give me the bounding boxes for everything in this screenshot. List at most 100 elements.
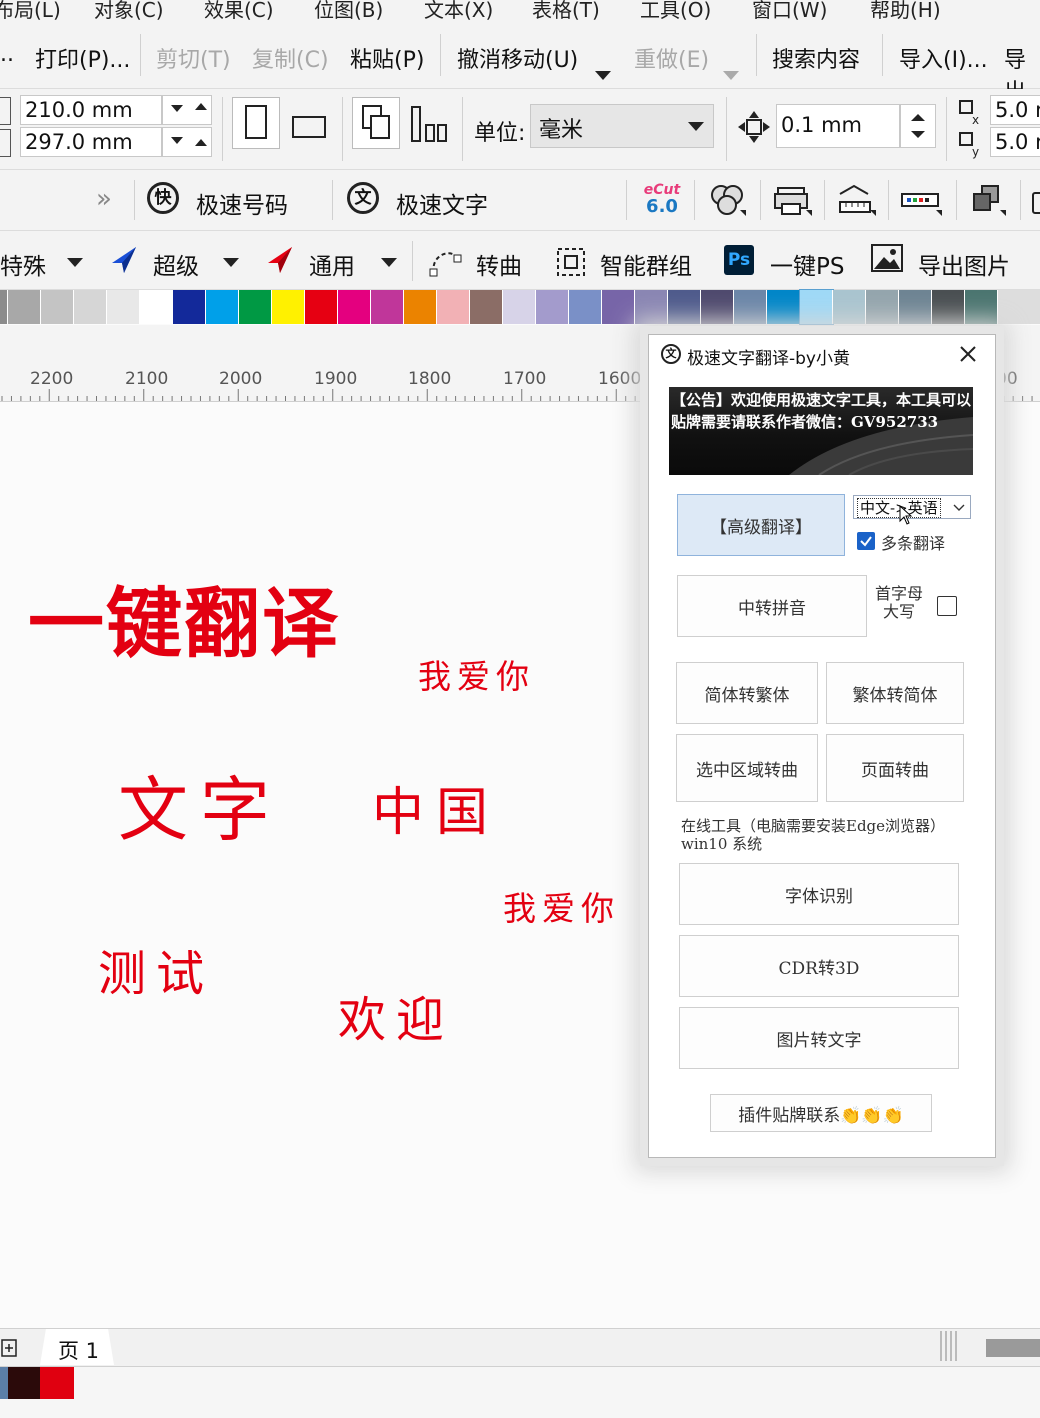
to-curve-button[interactable]: 转曲 xyxy=(476,247,522,281)
measure-tool-icon[interactable] xyxy=(834,180,878,220)
redo-dropdown-icon[interactable] xyxy=(722,70,740,82)
palette-swatch[interactable] xyxy=(965,290,998,324)
palette-swatch[interactable] xyxy=(734,290,767,324)
chevron-down-icon[interactable] xyxy=(380,257,398,269)
chevron-down-icon[interactable] xyxy=(66,257,84,269)
palette-swatch[interactable] xyxy=(338,290,371,324)
one-key-ps-button[interactable]: 一键PS xyxy=(770,247,844,281)
capitalize-checkbox[interactable] xyxy=(937,596,957,616)
cdr-to-3d-button[interactable]: CDR转3D xyxy=(679,935,959,997)
search-content-button[interactable]: 搜索内容 xyxy=(772,42,860,74)
canvas-headline[interactable]: 一键翻译 xyxy=(28,562,340,672)
menu-object[interactable]: 对象(C) xyxy=(94,0,164,22)
page-height-input[interactable]: 297.0 mm xyxy=(20,127,162,157)
palette-swatch[interactable] xyxy=(536,290,569,324)
menu-bitmaps[interactable]: 位图(B) xyxy=(314,0,383,22)
super-button[interactable]: 超级 xyxy=(153,247,199,281)
print-button[interactable]: 打印(P)... xyxy=(35,42,130,74)
duplicate-x-input[interactable]: 5.0 r xyxy=(990,95,1040,125)
chinese-to-pinyin-button[interactable]: 中转拼音 xyxy=(677,575,867,637)
multi-translate-checkbox[interactable] xyxy=(857,532,875,550)
canvas-text[interactable]: 测试 xyxy=(98,934,214,1004)
selection-to-curve-button[interactable]: 选中区域转曲 xyxy=(676,734,818,802)
palette-swatch[interactable] xyxy=(866,290,899,324)
ecut-button[interactable]: eCut 6.0 xyxy=(642,182,682,218)
page-width-stepper[interactable] xyxy=(162,95,212,125)
palette-swatch[interactable] xyxy=(602,290,635,324)
page-width-input[interactable]: 210.0 mm xyxy=(20,95,162,125)
palette-swatch[interactable] xyxy=(206,290,239,324)
doc-color-swatch[interactable] xyxy=(40,1367,74,1399)
export-image-button[interactable]: 导出图片 xyxy=(918,247,1010,281)
doc-color-swatch[interactable] xyxy=(0,1367,8,1399)
canvas-text[interactable]: 中国 xyxy=(372,770,500,845)
palette-swatch[interactable] xyxy=(437,290,470,324)
palette-swatch[interactable] xyxy=(635,290,668,324)
palette-swatch[interactable] xyxy=(701,290,734,324)
palette-swatch[interactable] xyxy=(74,290,107,324)
plugin-branding-button[interactable]: 插件贴牌联系👏👏👏 xyxy=(710,1094,932,1132)
page-height-stepper[interactable] xyxy=(162,127,212,157)
palette-swatch[interactable] xyxy=(470,290,503,324)
copy-button[interactable]: 复制(C) xyxy=(252,42,329,74)
page-to-curve-button[interactable]: 页面转曲 xyxy=(826,734,964,802)
horizontal-scrollbar-grip[interactable] xyxy=(940,1331,958,1361)
undo-button[interactable]: 撤消移动(U) xyxy=(457,42,578,74)
menu-window[interactable]: 窗口(W) xyxy=(752,0,827,22)
arrange-icon[interactable] xyxy=(966,180,1010,220)
chevron-down-icon[interactable] xyxy=(222,257,240,269)
unit-select[interactable]: 毫米 xyxy=(530,104,714,148)
general-button[interactable]: 通用 xyxy=(309,247,355,281)
print-layout-icon[interactable] xyxy=(770,180,814,220)
canvas-text[interactable]: 欢迎 xyxy=(338,980,454,1050)
canvas-text[interactable]: 我爱你 xyxy=(503,882,620,930)
redo-button[interactable]: 重做(E) xyxy=(634,42,709,74)
paste-button[interactable]: 粘贴(P) xyxy=(350,42,424,74)
toolbar-ellipsis[interactable]: .. xyxy=(0,42,14,67)
portrait-button[interactable] xyxy=(232,97,280,149)
palette-swatch[interactable] xyxy=(305,290,338,324)
palette-swatch[interactable] xyxy=(503,290,536,324)
close-icon[interactable] xyxy=(959,345,977,363)
nudge-stepper[interactable] xyxy=(900,104,936,148)
menu-table[interactable]: 表格(T) xyxy=(532,0,600,22)
doc-color-swatch[interactable] xyxy=(8,1367,40,1399)
palette-swatch[interactable] xyxy=(272,290,305,324)
toolbar-overflow-chevron[interactable]: » xyxy=(96,184,112,214)
undo-dropdown-icon[interactable] xyxy=(594,70,612,82)
palette-swatch[interactable] xyxy=(8,290,41,324)
menu-layout[interactable]: 布局(L) xyxy=(0,0,61,22)
canvas-text[interactable]: 我爱你 xyxy=(418,650,535,698)
menu-text[interactable]: 文本(X) xyxy=(424,0,493,22)
shape-tool-icon[interactable] xyxy=(706,180,750,220)
palette-swatch[interactable] xyxy=(173,290,206,324)
color-bar-icon[interactable] xyxy=(898,180,946,220)
palette-swatch[interactable] xyxy=(371,290,404,324)
all-pages-button[interactable] xyxy=(352,97,400,149)
image-to-text-button[interactable]: 图片转文字 xyxy=(679,1007,959,1069)
landscape-page-icon[interactable] xyxy=(290,109,330,143)
palette-swatch[interactable] xyxy=(899,290,932,324)
duplicate-y-input[interactable]: 5.0 r xyxy=(990,127,1040,157)
palette-swatch[interactable] xyxy=(799,289,834,325)
nudge-distance-input[interactable]: 0.1 mm xyxy=(776,104,900,148)
smart-group-button[interactable]: 智能群组 xyxy=(600,247,692,281)
fast-number-button[interactable]: 极速号码 xyxy=(196,186,288,220)
palette-swatch[interactable] xyxy=(932,290,965,324)
palette-swatch[interactable] xyxy=(140,290,173,324)
advanced-translate-button[interactable]: 【高级翻译】 xyxy=(677,494,845,556)
palette-swatch[interactable] xyxy=(404,290,437,324)
current-page-icon[interactable] xyxy=(408,103,450,147)
horizontal-scrollbar-thumb[interactable] xyxy=(986,1339,1040,1357)
font-recognition-button[interactable]: 字体识别 xyxy=(679,863,959,925)
menu-tools[interactable]: 工具(O) xyxy=(640,0,711,22)
fast-text-button[interactable]: 极速文字 xyxy=(396,186,488,220)
palette-swatch[interactable] xyxy=(668,290,701,324)
palette-swatch[interactable] xyxy=(239,290,272,324)
cut-button[interactable]: 剪切(T) xyxy=(156,42,231,74)
palette-swatch[interactable] xyxy=(833,290,866,324)
import-button[interactable]: 导入(I)... xyxy=(899,42,988,74)
canvas-text[interactable]: 文字 xyxy=(118,754,282,855)
palette-swatch[interactable] xyxy=(107,290,140,324)
overflow-icon[interactable] xyxy=(1032,192,1040,214)
